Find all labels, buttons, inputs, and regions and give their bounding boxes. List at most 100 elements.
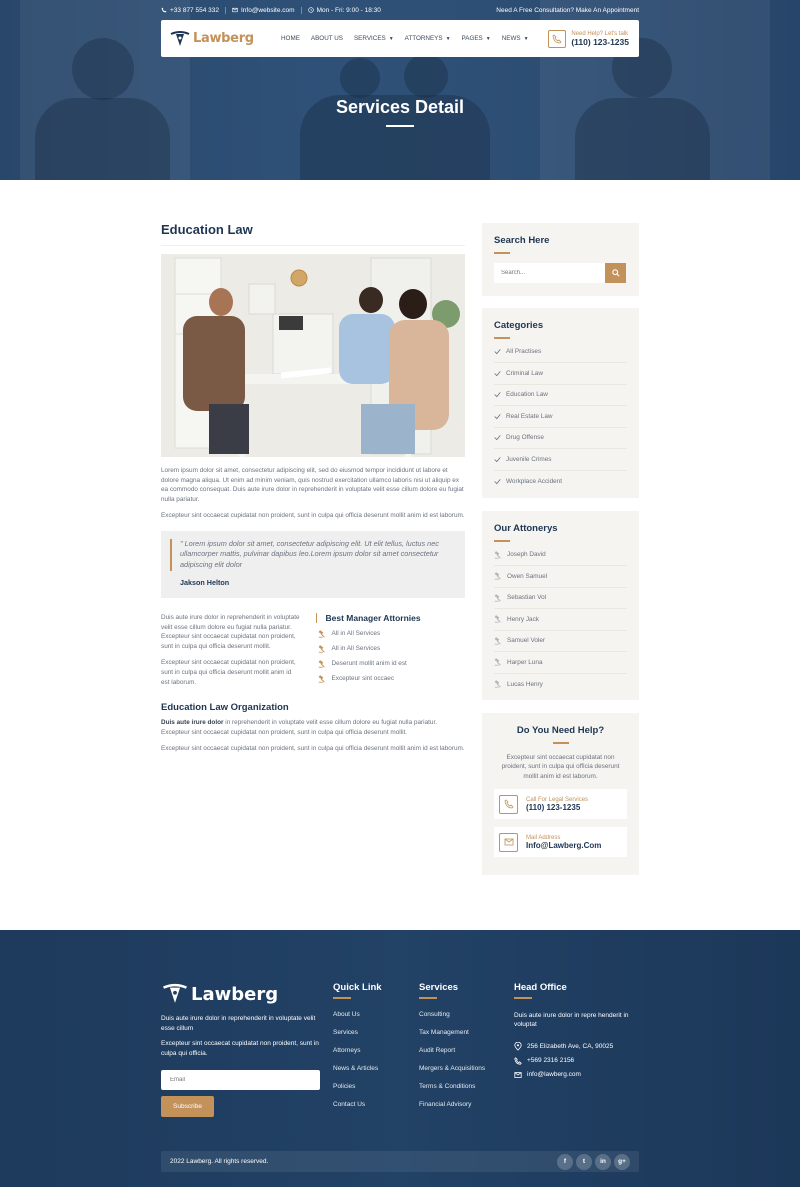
facebook-icon[interactable]: f <box>557 1153 573 1170</box>
list-item-label: Excepteur sint occaec <box>331 675 395 683</box>
category-item[interactable]: Drug Offense <box>494 428 627 449</box>
office-email[interactable]: info@lawberg.com <box>514 1068 639 1082</box>
quick-link[interactable]: Services <box>333 1029 413 1047</box>
attorney-item[interactable]: Joseph David <box>494 545 627 566</box>
quick-link[interactable]: Contact Us <box>333 1101 413 1119</box>
consultation-link[interactable]: Need A Free Consultation? Make An Appoin… <box>496 7 639 14</box>
attorney-item[interactable]: Harper Luna <box>494 652 627 674</box>
service-link[interactable]: Mergers & Acquisitions <box>419 1065 509 1083</box>
categories-widget: Categories All Practises Criminal Law Educ… <box>482 308 639 498</box>
nav-news[interactable]: NEWS ▼ <box>502 35 529 42</box>
attorney-item[interactable]: Henry Jack <box>494 609 627 631</box>
service-link-label: Consulting <box>419 1010 450 1018</box>
nav-about[interactable]: ABOUT US <box>311 35 343 42</box>
nav-services[interactable]: SERVICES ▼ <box>354 35 394 42</box>
quote-author: Jakson Helton <box>180 577 230 587</box>
check-icon <box>494 456 501 463</box>
category-item[interactable]: Workplace Accident <box>494 471 627 493</box>
footer-heading: Quick Link <box>333 982 382 993</box>
search-button[interactable] <box>605 262 626 283</box>
service-link[interactable]: Audit Report <box>419 1047 509 1065</box>
mail-contact[interactable]: Mail Address Info@Lawberg.Com <box>494 827 627 858</box>
nav-menu: HOME ABOUT US SERVICES ▼ ATTORNEYS ▼ PAGES… <box>281 35 529 42</box>
category-item[interactable]: All Practises <box>494 342 627 363</box>
service-link-label: Tax Management <box>419 1028 469 1036</box>
service-link[interactable]: Terms & Conditions <box>419 1083 509 1101</box>
gavel-icon <box>494 550 502 559</box>
category-item[interactable]: Real Estate Law <box>494 406 627 428</box>
site-footer: Lawberg Duis aute irure dolor in reprehe… <box>0 930 800 1187</box>
call-contact[interactable]: Call For Legal Services (110) 123-1235 <box>494 789 627 820</box>
topbar-hours-text: Mon - Fri: 9:00 - 18:30 <box>316 6 381 14</box>
search-input[interactable] <box>494 262 605 283</box>
gavel-icon <box>494 636 502 645</box>
attorney-item[interactable]: Owen Samuel <box>494 566 627 588</box>
office-text: Duis aute irure dolor in repre henderit … <box>514 1011 629 1029</box>
category-item-label: Criminal Law <box>506 369 543 377</box>
widget-underline <box>494 540 510 542</box>
footer-logo-text: Lawberg <box>191 983 279 1005</box>
twitter-icon[interactable]: t <box>576 1153 592 1170</box>
nav-pages[interactable]: PAGES ▼ <box>462 35 491 42</box>
nav-about-label: ABOUT US <box>310 35 343 42</box>
help-phone: (110) 123-1235 <box>571 36 629 47</box>
service-link-label: Audit Report <box>419 1046 456 1054</box>
topbar-email-text: Info@website.com <box>240 6 295 14</box>
category-item[interactable]: Criminal Law <box>494 363 627 385</box>
column-paragraph: Duis aute irure dolor in reprehenderit i… <box>161 613 300 650</box>
quick-link[interactable]: About Us <box>333 1011 413 1029</box>
service-link[interactable]: Consulting <box>419 1011 509 1029</box>
phone-icon <box>514 1056 522 1065</box>
google-plus-icon[interactable]: g+ <box>614 1153 630 1170</box>
nav-home[interactable]: HOME <box>281 35 300 42</box>
linkedin-icon[interactable]: in <box>595 1153 611 1170</box>
clock-icon <box>307 7 314 13</box>
main-navbar: Lawberg HOME ABOUT US SERVICES ▼ ATTORNEY… <box>161 20 639 57</box>
footer-quick-links: Quick Link About Us Services Attorneys News… <box>333 982 413 1120</box>
site-logo[interactable]: Lawberg <box>169 30 279 48</box>
pen-nib-logo-icon <box>170 30 190 46</box>
service-link[interactable]: Financial Advisory <box>419 1101 509 1119</box>
help-label: Need Help? Let's talk <box>571 30 629 37</box>
quick-link-label: News & Articles <box>333 1065 379 1073</box>
hero-banner: +33 877 554 332 Info@website.com Mon - F… <box>0 0 800 180</box>
top-info-bar: +33 877 554 332 Info@website.com Mon - F… <box>161 4 639 16</box>
quick-link[interactable]: Policies <box>333 1083 413 1101</box>
attorney-item[interactable]: Sebastian Vol <box>494 588 627 609</box>
office-address-text: 256 Elizabeth Ave, CA, 90025 <box>527 1043 614 1050</box>
nav-attorneys[interactable]: ATTORNEYS ▼ <box>405 35 451 42</box>
topbar-email[interactable]: Info@website.com <box>232 6 302 14</box>
nav-home-label: HOME <box>281 35 300 42</box>
subscribe-button[interactable]: Subscribe <box>161 1096 214 1117</box>
mail-icon <box>514 1071 522 1078</box>
footer-head-office: Head Office Duis aute irure dolor in rep… <box>514 982 639 1082</box>
category-item-label: Education Law <box>506 391 548 399</box>
attorney-item-label: Sebastian Vol <box>507 594 547 602</box>
nav-help[interactable]: Need Help? Let's talk (110) 123-1235 <box>548 29 629 48</box>
office-email-text: info@lawberg.com <box>527 1071 581 1078</box>
category-item[interactable]: Education Law <box>494 385 627 406</box>
check-icon <box>494 434 501 441</box>
office-phone[interactable]: +569 2316 2156 <box>514 1054 639 1068</box>
footer-logo[interactable]: Lawberg <box>161 982 321 1006</box>
widget-title: Search Here <box>494 235 550 246</box>
check-icon <box>494 370 501 377</box>
topbar-phone[interactable]: +33 877 554 332 <box>161 6 226 14</box>
gavel-icon <box>494 658 502 666</box>
quick-link[interactable]: Attorneys <box>333 1047 413 1065</box>
mail-icon <box>232 7 238 13</box>
column-paragraph-2: Excepteur sint occaecat cupidatat non pr… <box>161 659 296 686</box>
newsletter-email-input[interactable] <box>161 1070 320 1090</box>
quick-link[interactable]: News & Articles <box>333 1065 413 1083</box>
list-item: All in All Services <box>316 645 465 653</box>
list-item-label: All in All Services <box>331 645 381 653</box>
nav-pages-label: PAGES <box>461 35 483 42</box>
footer-heading: Services <box>419 982 459 993</box>
category-item[interactable]: Juvenile Crimes <box>494 449 627 471</box>
quote-accent-bar <box>170 538 172 571</box>
footer-about-text: Duis aute irure dolor in reprehenderit i… <box>161 1015 316 1032</box>
attorney-item[interactable]: Lucas Henry <box>494 674 627 696</box>
attorney-item[interactable]: Samuel Voler <box>494 631 627 652</box>
help-widget: Do You Need Help? Excepteur sint occaeca… <box>482 713 639 875</box>
service-link[interactable]: Tax Management <box>419 1029 509 1047</box>
